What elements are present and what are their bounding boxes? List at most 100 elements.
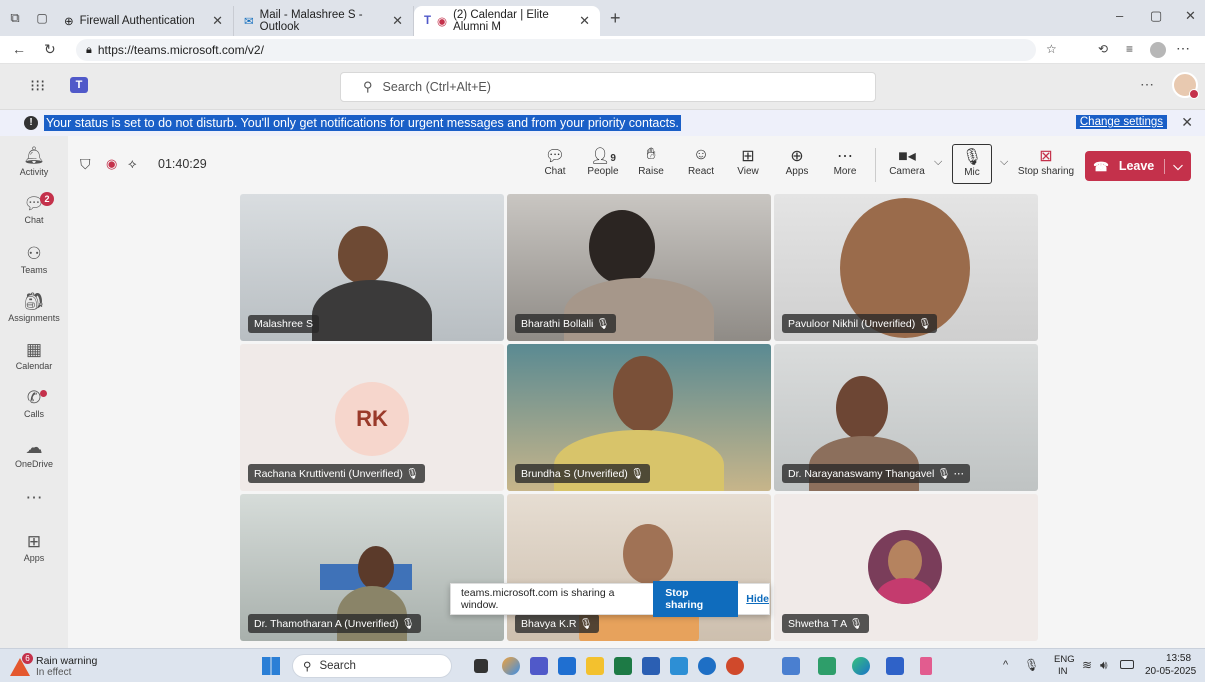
window-close-icon[interactable]: ✕: [1185, 8, 1196, 24]
browser-tab-firewall[interactable]: ⊕ Firewall Authentication ✕: [54, 6, 234, 36]
browser-tab-outlook[interactable]: ✉ Mail - Malashree S - Outlook ✕: [234, 6, 414, 36]
calculator-icon[interactable]: [782, 657, 800, 675]
edge-icon[interactable]: [852, 657, 870, 675]
video-tile[interactable]: Dr. Thamotharan A (Unverified) 🎙︎: [240, 494, 504, 641]
close-icon[interactable]: ✕: [392, 13, 403, 29]
mic-options-chevron-icon[interactable]: ⌵: [1000, 156, 1008, 169]
rail-item-calls[interactable]: ✆ Calls: [0, 388, 68, 419]
taskbar-search-label: Search: [319, 660, 356, 672]
raise-hand-button[interactable]: ✋︎ Raise: [627, 146, 675, 177]
stop-sharing-button[interactable]: ⊠ Stop sharing: [1014, 146, 1078, 177]
profile-avatar[interactable]: [1150, 42, 1166, 58]
browser-tab-calendar[interactable]: T ◉ (2) Calendar | Elite Alumni M ✕: [414, 6, 600, 36]
participant-name: Bharathi Bollalli 🎙︎: [515, 314, 616, 333]
minimize-icon[interactable]: –: [1116, 8, 1123, 23]
more-button[interactable]: ⋯ More: [821, 146, 869, 177]
store-icon[interactable]: [558, 657, 576, 675]
volume-icon[interactable]: 🔊︎: [1100, 658, 1108, 673]
weather-widget[interactable]: 6 Rain warning In effect: [8, 653, 118, 679]
back-arrow-icon[interactable]: ←: [12, 41, 26, 57]
camera-options-chevron-icon[interactable]: ⌵: [934, 156, 942, 169]
change-settings-link[interactable]: Change settings: [1075, 115, 1167, 129]
mail-icon[interactable]: [670, 657, 688, 675]
url-field[interactable]: 🔒︎ https://teams.microsoft.com/v2/: [76, 39, 1036, 61]
windows-start-icon[interactable]: [262, 657, 280, 675]
video-tile[interactable]: Bharathi Bollalli 🎙︎: [507, 194, 771, 341]
collections-icon[interactable]: ≡: [1126, 42, 1133, 56]
sharing-notice: teams.microsoft.com is sharing a window.…: [450, 581, 770, 617]
snipping-tool-icon[interactable]: [886, 657, 904, 675]
tab-title: Firewall Authentication: [79, 15, 195, 27]
view-button[interactable]: ⊞ View: [724, 146, 772, 177]
more-icon[interactable]: ⋯: [1140, 76, 1154, 93]
rail-item-onedrive[interactable]: ☁︎ OneDrive: [0, 438, 68, 469]
battery-icon[interactable]: [1120, 660, 1134, 669]
app-launcher-icon[interactable]: ⁝⁝⁝: [30, 76, 45, 96]
taskbar-search[interactable]: ⚲ Search: [292, 654, 452, 678]
language-top[interactable]: ENG: [1054, 654, 1075, 665]
new-tab-icon[interactable]: +: [610, 8, 621, 29]
camera-button[interactable]: ■◂ Camera: [883, 146, 931, 177]
chevron-up-icon[interactable]: ^: [1003, 659, 1008, 671]
rail-item-chat[interactable]: 💬︎ Chat 2: [0, 192, 68, 225]
participant-video: [613, 356, 673, 432]
restore-icon[interactable]: ▢: [1150, 8, 1162, 24]
participant-name-text: Brundha S (Unverified): [521, 468, 628, 480]
task-view-icon[interactable]: [474, 659, 488, 673]
mic-button[interactable]: 🎙︎ Mic: [952, 144, 992, 184]
refresh-icon[interactable]: ↻: [44, 41, 56, 58]
close-icon[interactable]: ✕: [1181, 114, 1193, 131]
rail-item-teams[interactable]: ⚇ Teams: [0, 244, 68, 275]
rail-item-apps[interactable]: ⊞ Apps: [0, 532, 68, 563]
workspaces-icon[interactable]: ⧉: [0, 10, 30, 26]
favorite-icon[interactable]: ☆: [1046, 42, 1057, 56]
calendar-icon: ▦: [25, 340, 43, 359]
search-icon: ⚲: [363, 79, 373, 94]
clock-time[interactable]: 13:58: [1166, 653, 1191, 664]
word-icon[interactable]: [642, 657, 660, 675]
more-icon[interactable]: ⋯: [953, 468, 964, 480]
avatar: RK: [335, 382, 409, 456]
video-tile[interactable]: Bhavya K.R 🎙︎: [507, 494, 771, 641]
file-explorer-icon[interactable]: [586, 657, 604, 675]
rail-more[interactable]: ⋯: [0, 488, 68, 509]
rail-item-assignments[interactable]: 🎒︎ Assignments: [0, 292, 68, 323]
network-app-icon[interactable]: [920, 657, 932, 675]
leave-button[interactable]: ☎ Leave ⌵: [1085, 151, 1191, 181]
teams-app-icon[interactable]: [530, 657, 548, 675]
wifi-icon[interactable]: ≋: [1082, 658, 1092, 672]
mic-muted-icon: 🎙︎: [849, 618, 863, 630]
react-button[interactable]: ☺ React: [677, 146, 725, 177]
participant-name-text: Pavuloor Nikhil (Unverified): [788, 318, 916, 330]
weather-badge: 6: [22, 653, 33, 664]
participant-video: [623, 524, 673, 584]
copilot-icon[interactable]: [502, 657, 520, 675]
video-tile[interactable]: Malashree S: [240, 194, 504, 341]
video-tile[interactable]: Brundha S (Unverified) 🎙︎: [507, 344, 771, 491]
mic-tray-icon[interactable]: 🎙︎: [1024, 658, 1039, 672]
apps-button[interactable]: ⊕ Apps: [773, 146, 821, 177]
tab-actions-icon[interactable]: ▢: [30, 11, 54, 25]
weather-sub: In effect: [36, 667, 72, 678]
people-button[interactable]: 👤︎9 People: [579, 146, 627, 177]
extensions-icon[interactable]: ⟲: [1098, 42, 1108, 56]
video-tile[interactable]: Pavuloor Nikhil (Unverified) 🎙︎: [774, 194, 1038, 341]
close-icon[interactable]: ✕: [579, 13, 590, 29]
chat-button[interactable]: 💬︎ Chat: [531, 146, 579, 177]
excel-icon[interactable]: [614, 657, 632, 675]
org-chart-icon[interactable]: [818, 657, 836, 675]
video-tile[interactable]: RK Rachana Kruttiventi (Unverified) 🎙︎: [240, 344, 504, 491]
powerpoint-icon[interactable]: [726, 657, 744, 675]
participant-name-text: Bhavya K.R: [521, 618, 577, 630]
stop-sharing-notice-button[interactable]: Stop sharing: [653, 581, 739, 617]
video-tile[interactable]: Shwetha T A 🎙︎: [774, 494, 1038, 641]
more-icon[interactable]: ⋯: [1176, 40, 1190, 57]
close-icon[interactable]: ✕: [212, 13, 223, 29]
outlook-icon[interactable]: [698, 657, 716, 675]
teams-logo-icon: T: [70, 77, 88, 93]
rail-item-activity[interactable]: 🔔︎ Activity: [0, 146, 68, 177]
rail-item-calendar[interactable]: ▦ Calendar: [0, 340, 68, 371]
teams-search-input[interactable]: ⚲ Search (Ctrl+Alt+E): [340, 72, 876, 102]
hide-link[interactable]: Hide: [746, 593, 769, 605]
video-tile[interactable]: Dr. Narayanaswamy Thangavel 🎙︎ ⋯: [774, 344, 1038, 491]
